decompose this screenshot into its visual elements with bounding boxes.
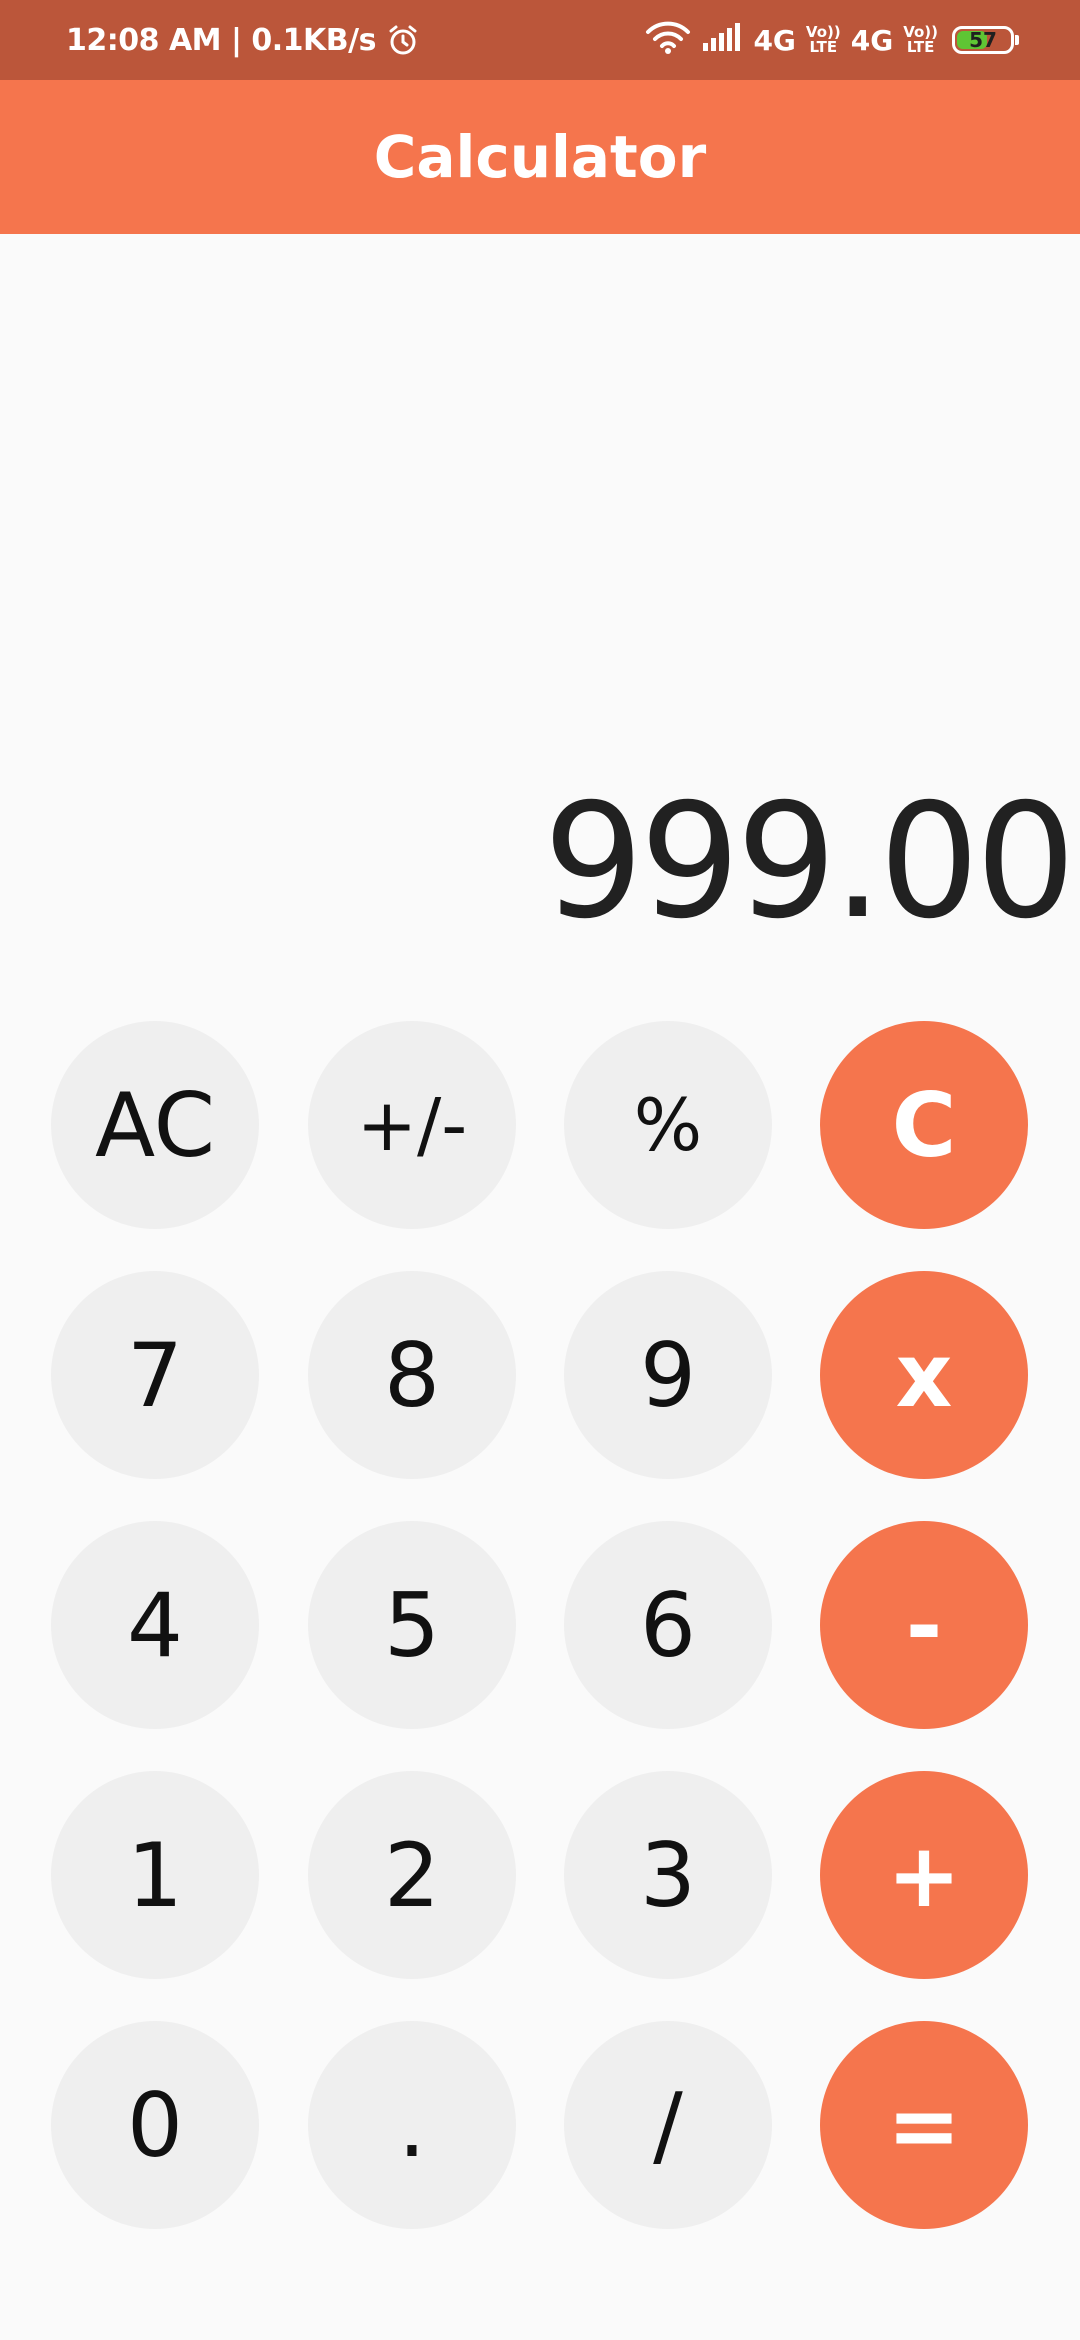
volte-badge-right: Vo)) LTE [903, 25, 938, 55]
digit-4-button[interactable]: 4 [51, 1521, 259, 1729]
network-type-right: 4G [850, 23, 894, 57]
digit-3-button[interactable]: 3 [564, 1771, 772, 1979]
status-bar: 12:08 AM | 0.1KB/s 4G Vo)) LTE 4G Vo)) L… [0, 0, 1080, 80]
equals-button[interactable]: = [820, 2021, 1028, 2229]
volte-bottom-text: LTE [906, 38, 935, 56]
status-left: 12:08 AM | 0.1KB/s [66, 0, 420, 80]
digit-7-button[interactable]: 7 [51, 1271, 259, 1479]
percent-button[interactable]: % [564, 1021, 772, 1229]
plus-minus-button[interactable]: +/- [308, 1021, 516, 1229]
decimal-point-button[interactable]: . [308, 2021, 516, 2229]
digit-1-button[interactable]: 1 [51, 1771, 259, 1979]
digit-6-button[interactable]: 6 [564, 1521, 772, 1729]
subtract-button[interactable]: - [820, 1521, 1028, 1729]
multiply-button[interactable]: x [820, 1271, 1028, 1479]
alarm-clock-icon [386, 23, 420, 57]
digit-5-button[interactable]: 5 [308, 1521, 516, 1729]
all-clear-button[interactable]: AC [51, 1021, 259, 1229]
volte-badge-left: Vo)) LTE [806, 25, 841, 55]
digit-0-button[interactable]: 0 [51, 2021, 259, 2229]
app-bar: Calculator [0, 80, 1080, 234]
digit-9-button[interactable]: 9 [564, 1271, 772, 1479]
app-title: Calculator [373, 123, 707, 191]
battery-level: 57 [969, 28, 997, 52]
digit-8-button[interactable]: 8 [308, 1271, 516, 1479]
wifi-icon [645, 20, 691, 61]
result-display: 999.00 [543, 770, 1076, 954]
signal-strength-icon [701, 21, 743, 60]
battery-icon: 57 [952, 26, 1019, 54]
add-button[interactable]: + [820, 1771, 1028, 1979]
volte-bottom-text: LTE [809, 38, 838, 56]
status-right: 4G Vo)) LTE 4G Vo)) LTE 57 [645, 0, 1019, 80]
divide-button[interactable]: / [564, 2021, 772, 2229]
clear-button[interactable]: C [820, 1021, 1028, 1229]
digit-2-button[interactable]: 2 [308, 1771, 516, 1979]
status-time: 12:08 AM | 0.1KB/s [66, 22, 376, 58]
network-type-left: 4G [753, 23, 796, 57]
